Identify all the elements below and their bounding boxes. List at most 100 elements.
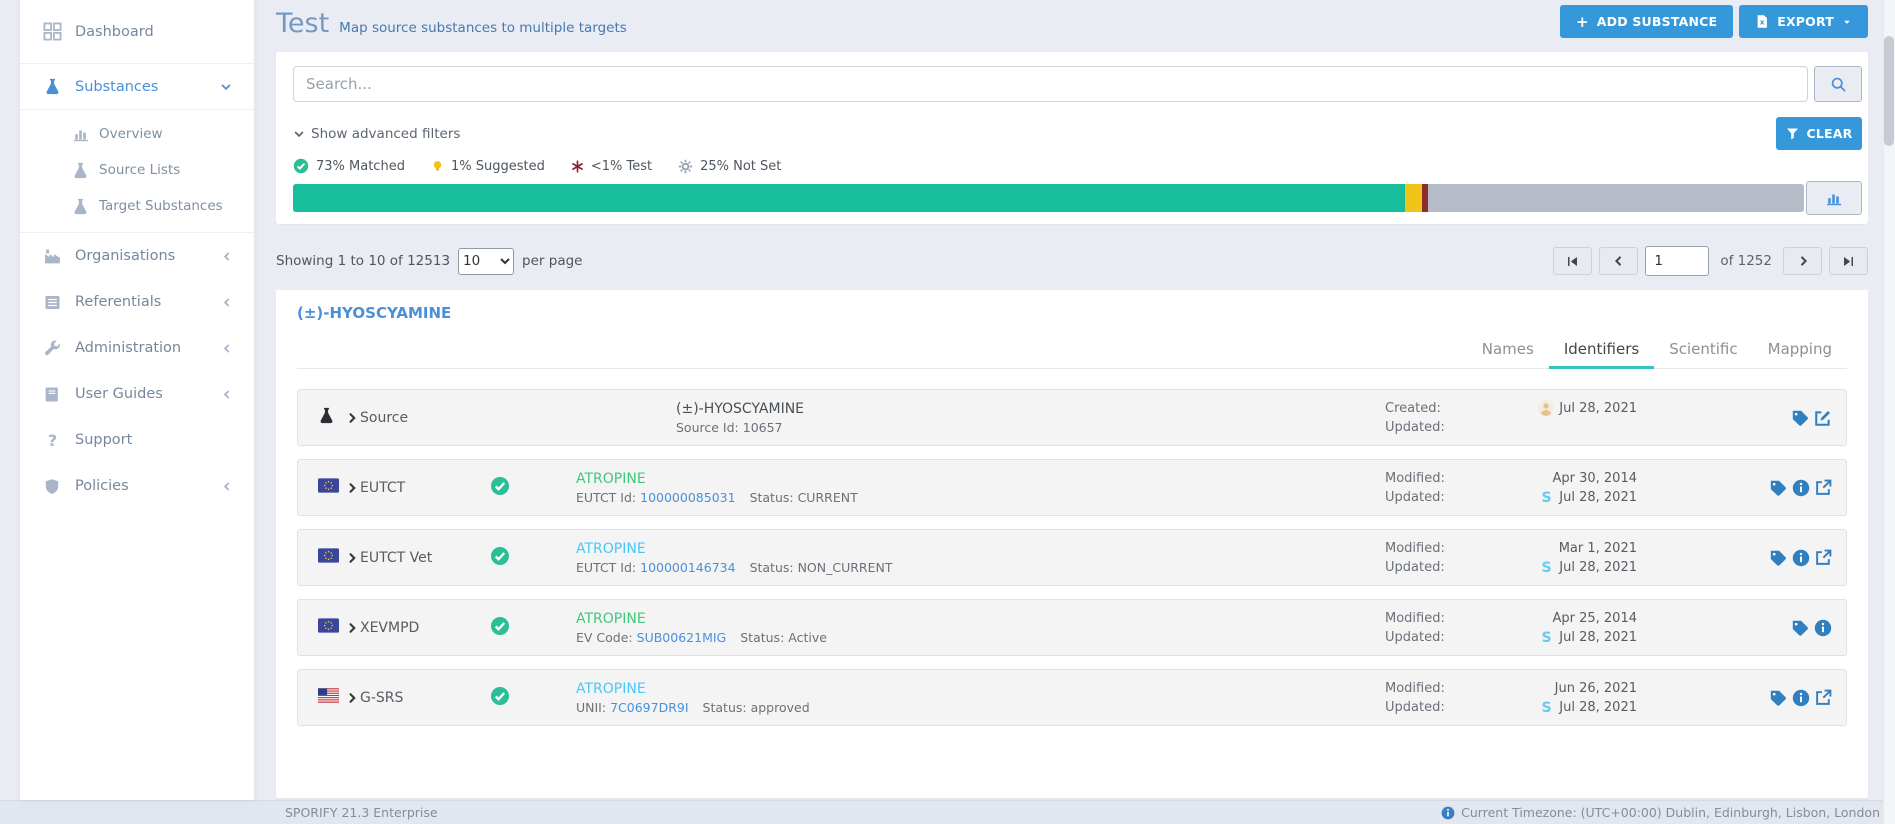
substance-row-source[interactable]: Source(±)-HYOSCYAMINESource Id:10657Crea… bbox=[297, 389, 1847, 446]
advanced-filters-label: Show advanced filters bbox=[311, 126, 460, 142]
sidebar-item-label: User Guides bbox=[75, 386, 163, 402]
edit-icon[interactable] bbox=[1814, 409, 1832, 427]
tab-mapping[interactable]: Mapping bbox=[1753, 332, 1847, 369]
page-title: Test bbox=[276, 8, 329, 39]
detail-status: Status: approved bbox=[703, 700, 810, 715]
sidebar-item-user-guides[interactable]: User Guides bbox=[20, 371, 254, 417]
tab-identifiers[interactable]: Identifiers bbox=[1549, 332, 1654, 369]
sidebar-item-policies[interactable]: Policies bbox=[20, 463, 254, 509]
row-icon-cell bbox=[318, 478, 344, 497]
tab-scientific[interactable]: Scientific bbox=[1654, 332, 1752, 369]
chevron-right-icon[interactable] bbox=[344, 622, 360, 634]
date-value-line: Jul 28, 2021 bbox=[1495, 399, 1637, 418]
info-icon[interactable] bbox=[1792, 479, 1810, 497]
tab-names[interactable]: Names bbox=[1467, 332, 1549, 369]
show-advanced-filters-link[interactable]: Show advanced filters bbox=[293, 126, 460, 142]
tag-icon[interactable] bbox=[1769, 549, 1787, 567]
date-value-line: SJul 28, 2021 bbox=[1495, 628, 1637, 647]
tag-icon[interactable] bbox=[1769, 689, 1787, 707]
add-substance-button[interactable]: + ADD SUBSTANCE bbox=[1560, 5, 1733, 38]
flask-icon bbox=[318, 407, 335, 424]
export-button[interactable]: x EXPORT bbox=[1739, 5, 1868, 38]
sidebar-subitem-overview[interactable]: Overview bbox=[20, 116, 254, 152]
substance-row-eutct-vet[interactable]: EUTCT VetATROPINEEUTCT Id:100000146734St… bbox=[297, 529, 1847, 586]
first-page-button[interactable] bbox=[1553, 247, 1592, 275]
clear-button[interactable]: CLEAR bbox=[1776, 117, 1862, 150]
sidebar-item-organisations[interactable]: Organisations bbox=[20, 233, 254, 279]
prev-page-button[interactable] bbox=[1599, 247, 1638, 275]
row-actions bbox=[1637, 619, 1846, 637]
tag-icon[interactable] bbox=[1791, 619, 1809, 637]
pager: of 1252 bbox=[1553, 246, 1868, 276]
scrollbar-track[interactable] bbox=[1883, 0, 1895, 824]
detail-id-link[interactable]: 100000146734 bbox=[640, 560, 735, 575]
us-flag-icon bbox=[318, 688, 339, 703]
substance-row-g-srs[interactable]: G-SRSATROPINEUNII:7C0697DR9IStatus: appr… bbox=[297, 669, 1847, 726]
page-size-select[interactable]: 10 bbox=[458, 248, 514, 275]
sidebar-item-referentials[interactable]: Referentials bbox=[20, 279, 254, 325]
external-link-icon[interactable] bbox=[1815, 689, 1832, 706]
page-header: Test Map source substances to multiple t… bbox=[276, 8, 627, 39]
detail-prefix: EUTCT Id: bbox=[576, 560, 636, 575]
row-detail-line: Source Id:10657 bbox=[676, 420, 1385, 435]
chart-button[interactable] bbox=[1806, 181, 1862, 215]
date-value: Jul 28, 2021 bbox=[1559, 488, 1637, 507]
tag-icon[interactable] bbox=[1791, 409, 1809, 427]
sporify-s-icon: S bbox=[1539, 559, 1554, 575]
legend-label: 73% Matched bbox=[316, 159, 405, 174]
wrench-icon bbox=[42, 340, 62, 357]
date-label: Updated: bbox=[1385, 628, 1495, 647]
detail-id-link[interactable]: 100000085031 bbox=[640, 490, 735, 505]
detail-status: Status: Active bbox=[740, 630, 827, 645]
last-page-button[interactable] bbox=[1829, 247, 1868, 275]
sidebar-item-label: Referentials bbox=[75, 294, 161, 310]
flask-icon bbox=[72, 198, 89, 215]
sidebar-submenu: OverviewSource ListsTarget Substances bbox=[20, 110, 254, 233]
next-page-button[interactable] bbox=[1783, 247, 1822, 275]
info-icon[interactable] bbox=[1792, 689, 1810, 707]
substance-row-eutct[interactable]: EUTCTATROPINEEUTCT Id:100000085031Status… bbox=[297, 459, 1847, 516]
chevron-right-icon[interactable] bbox=[344, 552, 360, 564]
chevron-left-icon bbox=[221, 389, 232, 400]
detail-id-link[interactable]: 7C0697DR9I bbox=[610, 700, 688, 715]
info-icon[interactable] bbox=[1792, 549, 1810, 567]
sidebar-item-administration[interactable]: Administration bbox=[20, 325, 254, 371]
search-input[interactable] bbox=[293, 66, 1808, 102]
match-status-cell bbox=[488, 686, 576, 710]
sidebar-subitem-source-lists[interactable]: Source Lists bbox=[20, 152, 254, 188]
dates-cell: Modified:Updated:Apr 30, 2014SJul 28, 20… bbox=[1385, 469, 1637, 507]
book-icon bbox=[42, 386, 62, 403]
substance-row-xevmpd[interactable]: XEVMPDATROPINEEV Code:SUB00621MIGStatus:… bbox=[297, 599, 1847, 656]
question-icon: ? bbox=[42, 432, 62, 449]
detail-id-link[interactable]: SUB00621MIG bbox=[637, 630, 727, 645]
sidebar-item-support[interactable]: ?Support bbox=[20, 417, 254, 463]
search-button[interactable] bbox=[1814, 66, 1862, 102]
scrollbar-thumb[interactable] bbox=[1884, 36, 1894, 146]
date-label: Updated: bbox=[1385, 418, 1495, 437]
chevron-right-icon[interactable] bbox=[344, 692, 360, 704]
matched-icon bbox=[490, 546, 510, 566]
chevron-left-icon bbox=[221, 481, 232, 492]
chevron-right-icon[interactable] bbox=[344, 412, 360, 424]
per-page-label: per page bbox=[522, 253, 582, 269]
chevron-left-icon bbox=[221, 297, 232, 308]
chevron-right-icon[interactable] bbox=[344, 482, 360, 494]
dates-cell: Modified:Updated:Mar 1, 2021SJul 28, 202… bbox=[1385, 539, 1637, 577]
external-link-icon[interactable] bbox=[1815, 479, 1832, 496]
svg-text:S: S bbox=[1542, 700, 1552, 715]
sidebar-item-dashboard[interactable]: Dashboard bbox=[20, 0, 254, 64]
sidebar-subitem-target-substances[interactable]: Target Substances bbox=[20, 188, 254, 224]
info-icon[interactable] bbox=[1814, 619, 1832, 637]
substance-name-cell: ATROPINEEUTCT Id:100000085031Status: CUR… bbox=[576, 471, 1385, 505]
row-icon-cell bbox=[318, 688, 344, 707]
substance-name-cell: (±)-HYOSCYAMINESource Id:10657 bbox=[676, 401, 1385, 435]
search-icon bbox=[1830, 76, 1847, 93]
tag-icon[interactable] bbox=[1769, 479, 1787, 497]
chevron-down-icon bbox=[293, 128, 305, 140]
external-link-icon[interactable] bbox=[1815, 549, 1832, 566]
match-legend: 73% Matched1% Suggested<1% Test25% Not S… bbox=[293, 158, 1862, 174]
sidebar-item-substances[interactable]: Substances bbox=[20, 64, 254, 110]
legend-label: 25% Not Set bbox=[700, 159, 781, 174]
page-number-input[interactable] bbox=[1645, 246, 1709, 276]
dates-cell: Modified:Updated:Apr 25, 2014SJul 28, 20… bbox=[1385, 609, 1637, 647]
